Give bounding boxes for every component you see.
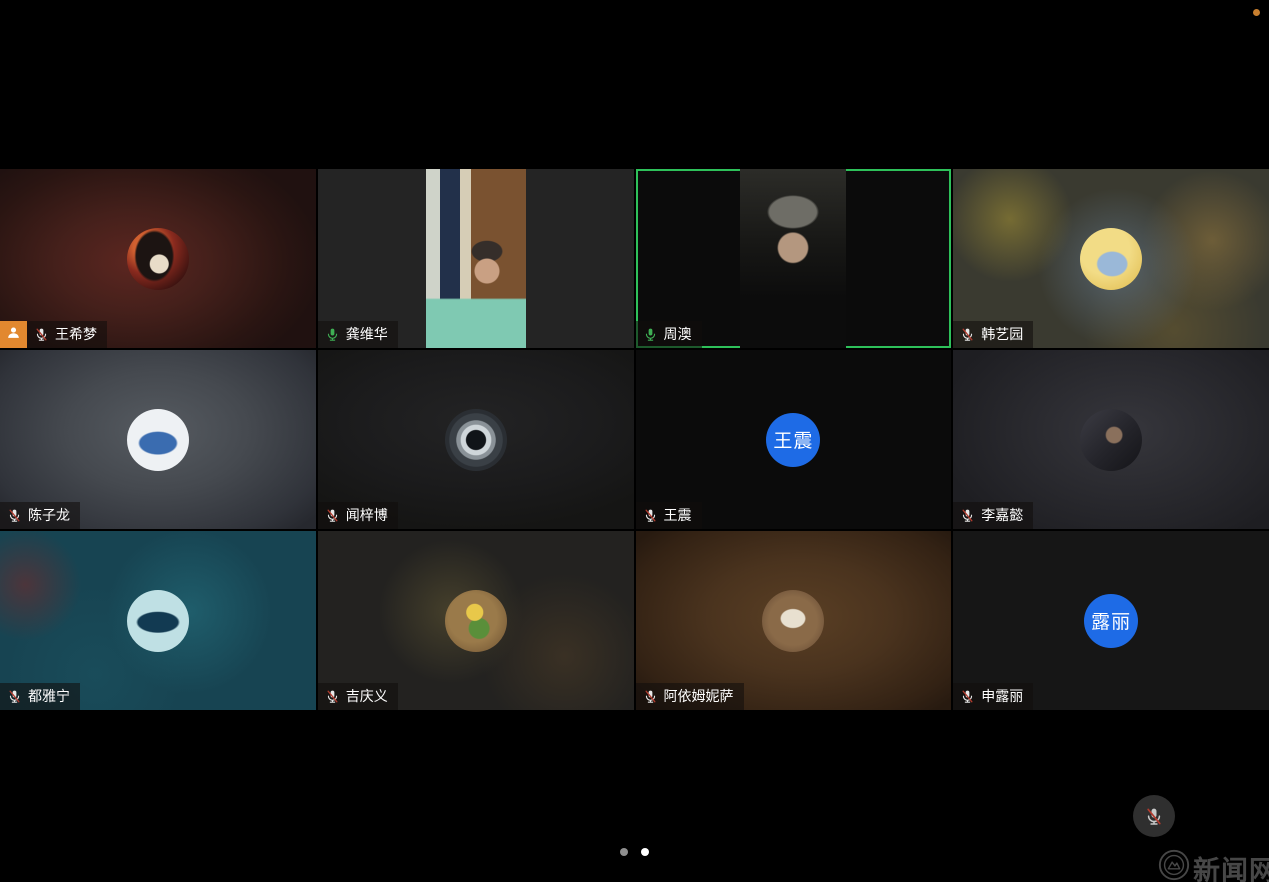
- mic-muted-icon: [7, 507, 22, 524]
- participant-video: [426, 169, 526, 348]
- participant-name: 吉庆义: [346, 688, 388, 705]
- participant-name-label: 李嘉懿: [953, 502, 1033, 529]
- participant-name-label: 都雅宁: [0, 683, 80, 710]
- watermark: 新闻网: [1157, 848, 1269, 882]
- participant-name: 韩艺园: [981, 326, 1023, 343]
- participant-avatar: [445, 590, 507, 652]
- mic-muted-icon: [643, 507, 658, 524]
- mic-on-icon: [325, 326, 340, 343]
- participant-name: 龚维华: [346, 326, 388, 343]
- mic-muted-icon: [34, 326, 49, 343]
- mic-muted-icon: [960, 688, 975, 705]
- host-badge: [0, 321, 27, 348]
- participant-avatar: [1080, 409, 1142, 471]
- participant-name: 申露丽: [981, 688, 1023, 705]
- participant-tile[interactable]: 龚维华: [318, 169, 634, 348]
- mic-muted-icon: [643, 688, 658, 705]
- participant-grid: 王希梦龚维华周澳韩艺园陈子龙闻梓博王震王震李嘉懿都雅宁吉庆义阿依姆妮萨露丽申露丽: [0, 169, 1269, 710]
- participant-name-label: 韩艺园: [953, 321, 1033, 348]
- participant-name: 王希梦: [55, 326, 97, 343]
- page-dot[interactable]: [620, 848, 628, 856]
- participant-avatar-initials: 露丽: [1084, 594, 1138, 648]
- participant-name: 王震: [664, 507, 692, 524]
- participant-name-label: 阿依姆妮萨: [636, 683, 744, 710]
- participant-name-label: 陈子龙: [0, 502, 80, 529]
- mic-toggle-button[interactable]: [1133, 795, 1175, 837]
- meeting-window: 王希梦龚维华周澳韩艺园陈子龙闻梓博王震王震李嘉懿都雅宁吉庆义阿依姆妮萨露丽申露丽…: [0, 0, 1269, 882]
- participant-name-label: 周澳: [636, 321, 702, 348]
- participant-tile[interactable]: 王希梦: [0, 169, 316, 348]
- participant-tile[interactable]: 韩艺园: [953, 169, 1269, 348]
- mic-on-icon: [643, 326, 658, 343]
- participant-name: 李嘉懿: [981, 507, 1023, 524]
- page-dot-active[interactable]: [641, 848, 649, 856]
- mic-muted-icon: [325, 507, 340, 524]
- mic-muted-icon: [960, 326, 975, 343]
- participant-name-label: 申露丽: [953, 683, 1033, 710]
- participant-name: 都雅宁: [28, 688, 70, 705]
- mic-muted-icon: [7, 688, 22, 705]
- watermark-text: 新闻网: [1193, 849, 1269, 882]
- participant-tile[interactable]: 阿依姆妮萨: [636, 531, 952, 710]
- mic-muted-icon: [960, 507, 975, 524]
- participant-name-label: 王震: [636, 502, 702, 529]
- participant-avatar: [445, 409, 507, 471]
- participant-avatar: [127, 228, 189, 290]
- recording-indicator-dot: [1253, 9, 1260, 16]
- participant-tile[interactable]: 周澳: [636, 169, 952, 348]
- participant-name-label: 王希梦: [27, 321, 107, 348]
- participant-name-label: 龚维华: [318, 321, 398, 348]
- participant-name-label: 吉庆义: [318, 683, 398, 710]
- participant-avatar: [762, 590, 824, 652]
- mic-muted-icon: [1144, 805, 1164, 828]
- participant-avatar: [127, 409, 189, 471]
- participant-name-label: 闻梓博: [318, 502, 398, 529]
- participant-tile[interactable]: 都雅宁: [0, 531, 316, 710]
- participant-name: 闻梓博: [346, 507, 388, 524]
- participant-video: [740, 169, 846, 348]
- participant-tile[interactable]: 露丽申露丽: [953, 531, 1269, 710]
- page-indicator: [0, 848, 1269, 856]
- watermark-logo-icon: [1157, 848, 1191, 882]
- person-icon: [5, 324, 22, 346]
- participant-tile[interactable]: 李嘉懿: [953, 350, 1269, 529]
- participant-tile[interactable]: 王震王震: [636, 350, 952, 529]
- participant-name: 陈子龙: [28, 507, 70, 524]
- participant-avatar: [127, 590, 189, 652]
- participant-name: 周澳: [664, 326, 692, 343]
- participant-tile[interactable]: 闻梓博: [318, 350, 634, 529]
- participant-name: 阿依姆妮萨: [664, 688, 734, 705]
- participant-tile[interactable]: 吉庆义: [318, 531, 634, 710]
- participant-tile[interactable]: 陈子龙: [0, 350, 316, 529]
- mic-muted-icon: [325, 688, 340, 705]
- participant-avatar: [1080, 228, 1142, 290]
- participant-avatar-initials: 王震: [766, 413, 820, 467]
